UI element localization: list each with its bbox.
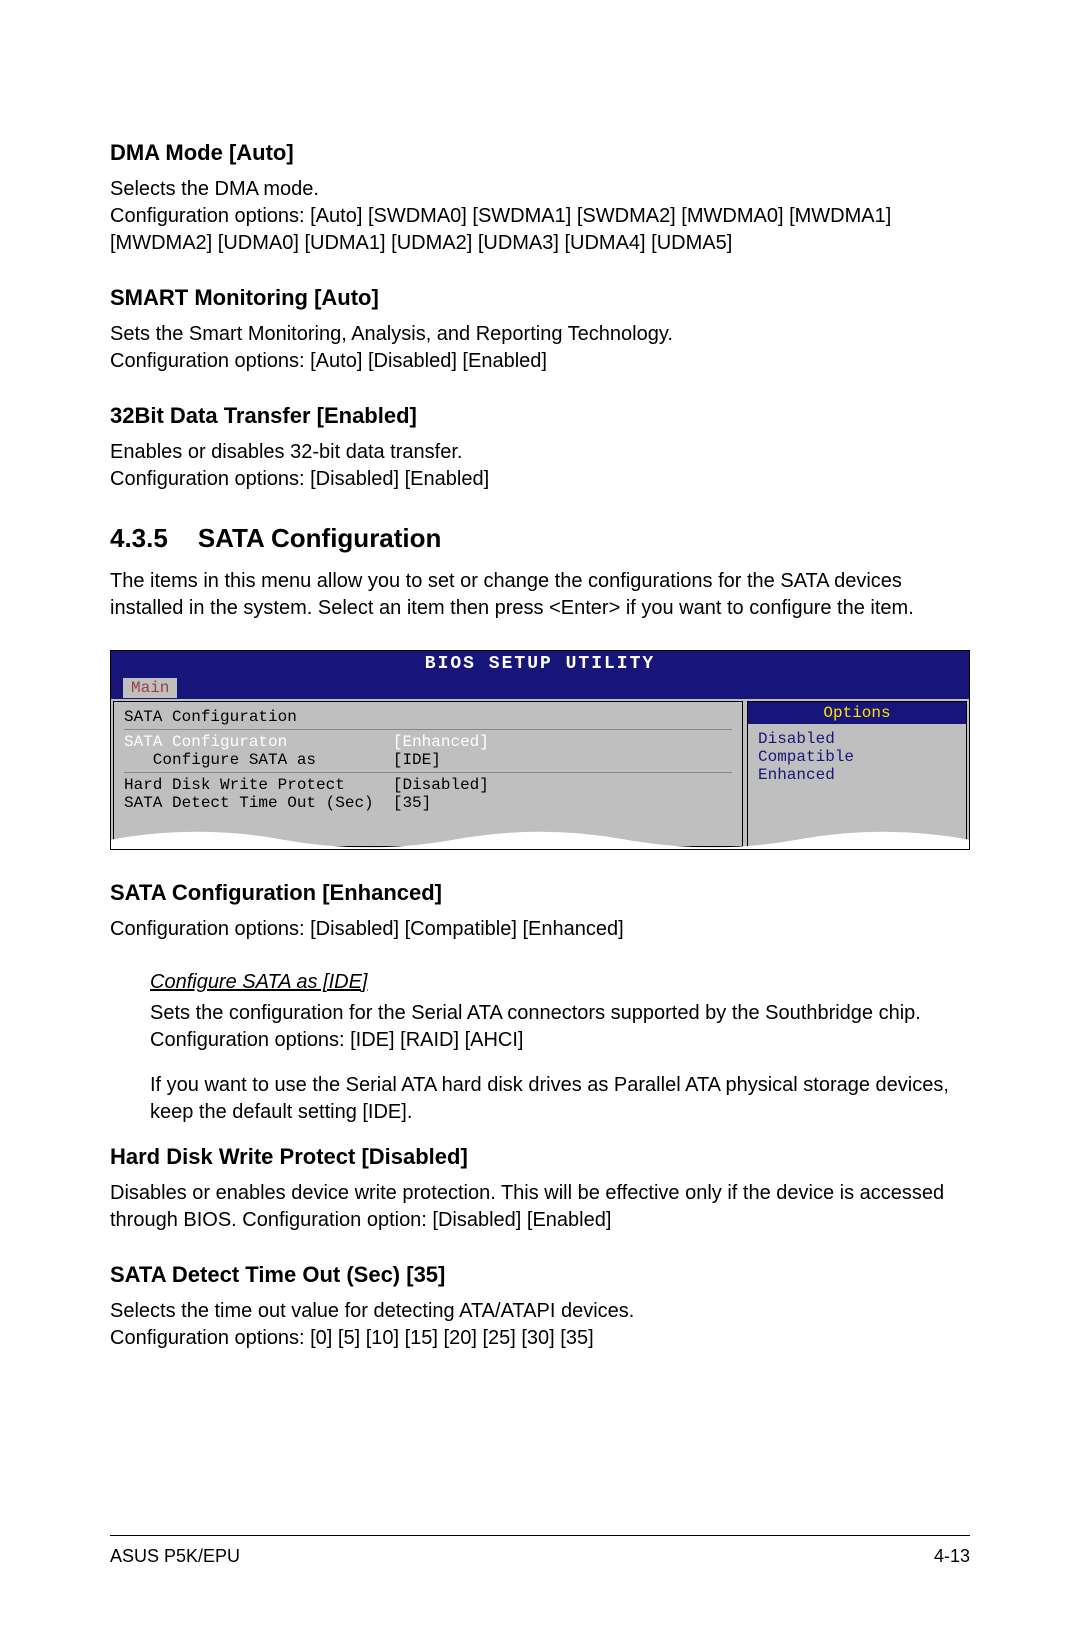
body-sata-config: Configuration options: [Disabled] [Compa… — [110, 916, 970, 943]
body-32bit: Enables or disables 32-bit data transfer… — [110, 439, 970, 493]
bios-label: Configure SATA as — [124, 751, 316, 769]
subhead-configure-sata: Configure SATA as [IDE] — [150, 971, 970, 994]
bios-right-panel: Options Disabled Compatible Enhanced — [747, 701, 967, 847]
bios-screenshot: BIOS SETUP UTILITY Main SATA Configurati… — [110, 650, 970, 850]
bios-options-header: Options — [748, 702, 966, 724]
footer-right: 4-13 — [934, 1546, 970, 1567]
body-sata-intro: The items in this menu allow you to set … — [110, 568, 970, 622]
heading-sata-detect: SATA Detect Time Out (Sec) [35] — [110, 1262, 970, 1288]
bios-tabs: Main — [111, 677, 969, 699]
bios-row-hd-write: Hard Disk Write Protect [Disabled] — [124, 776, 732, 794]
page-footer: ASUS P5K/EPU 4-13 — [110, 1535, 970, 1567]
heading-sata-config: SATA Configuration [Enhanced] — [110, 880, 970, 906]
bios-left-panel: SATA Configuration SATA Configuraton [En… — [113, 701, 743, 847]
bios-body: SATA Configuration SATA Configuraton [En… — [111, 699, 969, 849]
body-dma: Selects the DMA mode. Configuration opti… — [110, 176, 970, 257]
bios-option-disabled: Disabled — [758, 730, 956, 748]
section-num: 4.3.5 — [110, 523, 168, 553]
section-435: 4.3.5 SATA Configuration — [110, 523, 970, 554]
body-sata-detect: Selects the time out value for detecting… — [110, 1298, 970, 1352]
footer-left: ASUS P5K/EPU — [110, 1546, 240, 1567]
bios-row-sata-config: SATA Configuraton [Enhanced] — [124, 733, 732, 751]
bios-value: [IDE] — [393, 751, 441, 769]
bios-value: [Disabled] — [393, 776, 489, 794]
bios-option-compatible: Compatible — [758, 748, 956, 766]
bios-separator — [124, 729, 732, 730]
body-hd-write: Disables or enables device write protect… — [110, 1180, 970, 1234]
heading-32bit: 32Bit Data Transfer [Enabled] — [110, 403, 970, 429]
bios-tab-main: Main — [123, 678, 177, 698]
bios-value: [35] — [393, 794, 431, 812]
bios-label: Hard Disk Write Protect — [124, 776, 345, 794]
bios-row-detect-timeout: SATA Detect Time Out (Sec) [35] — [124, 794, 732, 812]
bios-option-enhanced: Enhanced — [758, 766, 956, 784]
bios-separator — [124, 772, 732, 773]
bios-label: SATA Detect Time Out (Sec) — [124, 794, 374, 812]
bios-panel-title: SATA Configuration — [124, 708, 732, 726]
bios-row-configure-sata: Configure SATA as [IDE] — [124, 751, 732, 769]
heading-dma: DMA Mode [Auto] — [110, 140, 970, 166]
bios-title: BIOS SETUP UTILITY — [111, 651, 969, 677]
body-smart: Sets the Smart Monitoring, Analysis, and… — [110, 321, 970, 375]
bios-value: [Enhanced] — [393, 733, 489, 751]
bios-label: SATA Configuraton — [124, 733, 287, 751]
section-title: SATA Configuration — [198, 523, 442, 553]
body-configure-sata-2: If you want to use the Serial ATA hard d… — [150, 1072, 970, 1126]
body-configure-sata-1: Sets the configuration for the Serial AT… — [150, 1000, 970, 1054]
bios-options-list: Disabled Compatible Enhanced — [748, 724, 966, 790]
heading-smart: SMART Monitoring [Auto] — [110, 285, 970, 311]
heading-hd-write: Hard Disk Write Protect [Disabled] — [110, 1144, 970, 1170]
